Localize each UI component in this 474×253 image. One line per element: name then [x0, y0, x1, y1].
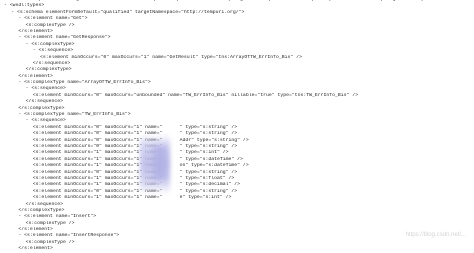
code-line-text: - <s:element name="GetResponse"> [18, 35, 111, 41]
code-line-text: - <s:sequence> [25, 86, 66, 92]
code-line-text: <s:element minOccurs="0" maxOccurs="unbo… [32, 92, 359, 98]
code-line-text: <s:element minOccurs="1" maxOccurs="1" n… [32, 175, 235, 181]
code-line-text: <s:complexType /> [25, 22, 75, 28]
code-line-text: - <s:element name="Get"> [18, 16, 88, 22]
code-line-text: </s:complexType> [25, 67, 72, 73]
watermark: https://blog.csdn.net/... [405, 232, 466, 238]
code-line-text: - <s:element name="Insert"> [18, 214, 97, 220]
code-line-text: </s:element> [18, 246, 53, 252]
code-line-text: <s:element minOccurs="0" maxOccurs="1" n… [32, 124, 238, 130]
code-line-text: - <s:complexType> [25, 41, 75, 47]
code-line-text: </s:complexType> [18, 207, 65, 213]
code-line-text: <s:element minOccurs="0" maxOccurs="1" n… [32, 169, 238, 175]
code-line-text: - <s:element name="InsertResponse"> [18, 233, 120, 239]
redaction-blur-core [153, 146, 167, 180]
xml-source-view: xmlns:s="http://www.w3.org/2001/XMLSchem… [0, 0, 474, 253]
code-line-text: </s:element> [18, 28, 53, 34]
code-line-text: </s:sequence> [25, 201, 64, 207]
code-line-text: - <s:sequence> [32, 48, 74, 54]
code-line-text: - <wsdl:types> [4, 3, 45, 9]
code-line-text: <s:element minOccurs="0" maxOccurs="1" n… [40, 54, 302, 60]
code-line-text: </s:complexType> [18, 105, 65, 111]
code-line-text: <s:element minOccurs="0" maxOccurs="1" n… [32, 143, 238, 149]
code-line-text: <s:element minOccurs="0" maxOccurs="1" n… [32, 188, 238, 194]
code-line-text: </s:element> [18, 227, 53, 233]
code-line-text: </s:sequence> [25, 99, 64, 105]
code-line-text: xmlns:s="http://www.w3.org/2001/XMLSchem… [4, 0, 474, 2]
code-line-text: </s:sequence> [32, 60, 71, 66]
code-line-text: <s:element minOccurs="1" maxOccurs="1" n… [32, 156, 243, 162]
code-line-text: <s:complexType /> [25, 220, 75, 226]
code-line-text: <s:element minOccurs="0" maxOccurs="1" n… [32, 131, 238, 137]
code-line-text: - <s:sequence> [25, 118, 66, 124]
code-line-text: - <s:complexType name="TW_ErrInfo_Bis"> [18, 112, 131, 118]
code-line-text: </s:element> [18, 73, 53, 79]
code-line-text: <s:element minOccurs="1" maxOccurs="1" n… [32, 182, 241, 188]
code-line: </s:element> [0, 246, 474, 252]
code-line-text: <s:element minOccurs="1" maxOccurs="1" n… [32, 150, 229, 156]
code-line-text: - <s:complexType name="ArrayOfTW_ErrInfo… [18, 80, 151, 86]
code-line-text: <s:complexType /> [25, 239, 75, 245]
code-line-text: <s:element minOccurs="1" maxOccurs="1" n… [32, 195, 232, 201]
code-line-text: - <s:schema elementFormDefault="qualifie… [11, 9, 245, 15]
